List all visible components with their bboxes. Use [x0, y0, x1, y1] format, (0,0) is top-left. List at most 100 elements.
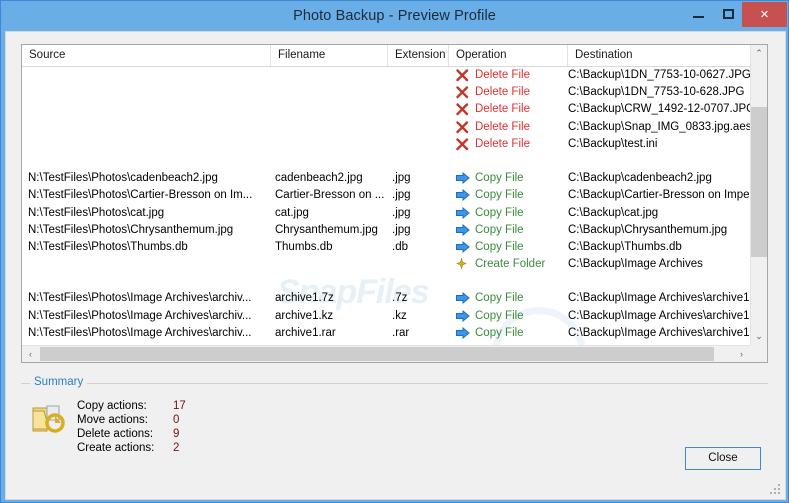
table-row[interactable]: N:\TestFiles\Photos\Image Archives\archi…: [22, 290, 750, 307]
cell-operation: Copy File: [475, 189, 524, 202]
cell-operation: Delete File: [475, 103, 530, 116]
cell-operation: Delete File: [475, 137, 530, 150]
cell-destination: C:\Backup\Image Archives\archive1.: [568, 309, 750, 322]
cell-operation: [453, 273, 568, 290]
cell-extension: [392, 101, 449, 118]
cell-filename: archive1.rar: [275, 326, 336, 339]
cell-source: N:\TestFiles\Photos\Cartier-Bresson on I…: [28, 189, 253, 202]
cell-filename: [275, 153, 388, 170]
cell-extension: [392, 119, 449, 136]
vertical-scrollbar[interactable]: ⌃ ⌄: [750, 45, 767, 345]
scroll-left-arrow-icon[interactable]: ‹: [22, 346, 39, 362]
horizontal-scroll-thumb[interactable]: [40, 347, 714, 361]
cell-extension: [392, 273, 449, 290]
scroll-up-arrow-icon[interactable]: ⌃: [751, 45, 767, 62]
cell-destination: C:\Backup\Snap_IMG_0833.jpg.aes2: [568, 120, 750, 133]
cell-destination: C:\Backup\1DN_7753-10-0627.JPG: [568, 69, 750, 81]
table-row[interactable]: [22, 273, 750, 290]
table-row[interactable]: Delete File C:\Backup\test.ini: [22, 136, 750, 153]
minimize-button[interactable]: [684, 1, 712, 27]
cell-operation: [453, 153, 568, 170]
column-header-destination[interactable]: Destination: [568, 45, 767, 66]
cell-extension: .jpg: [392, 172, 411, 185]
cell-filename: Thumbs.db: [275, 240, 333, 253]
cell-filename: Chrysanthemum.jpg: [275, 223, 378, 236]
cell-destination: C:\Backup\cadenbeach2.jpg: [568, 172, 712, 185]
cell-source: N:\TestFiles\Photos\cat.jpg: [28, 206, 165, 219]
summary-value-copy: 17: [173, 400, 186, 412]
preview-listview[interactable]: Source Filename Extension Operation Dest…: [21, 44, 768, 363]
cell-extension: [392, 84, 449, 101]
cell-source: N:\TestFiles\Photos\Chrysanthemum.jpg: [28, 223, 234, 236]
window-close-button[interactable]: ×: [742, 2, 787, 27]
table-row[interactable]: Delete File C:\Backup\CRW_1492-12-0707.JP…: [22, 101, 750, 118]
column-header-extension[interactable]: Extension: [388, 45, 449, 66]
cell-source: [28, 67, 271, 84]
cell-filename: Cartier-Bresson on ...: [275, 189, 385, 202]
listview-header: Source Filename Extension Operation Dest…: [22, 45, 767, 67]
table-row[interactable]: Create Folder C:\Backup\Image Archives: [22, 256, 750, 273]
summary-value-create: 2: [173, 442, 180, 454]
grip-dot: [774, 488, 776, 490]
cell-operation: Delete File: [475, 86, 530, 99]
resize-grip[interactable]: [770, 484, 782, 496]
column-header-filename[interactable]: Filename: [271, 45, 388, 66]
summary-label-copy: Copy actions:: [77, 400, 147, 412]
cell-source: [28, 136, 271, 153]
cell-operation: Copy File: [475, 292, 524, 305]
grip-dot: [778, 484, 780, 486]
cell-extension: [392, 153, 449, 170]
cell-filename: cat.jpg: [275, 206, 309, 219]
table-row[interactable]: N:\TestFiles\Photos\cadenbeach2.jpg caden…: [22, 170, 750, 187]
cell-operation: Copy File: [475, 223, 524, 236]
cell-destination: C:\Backup\Cartier-Bresson on Imperm: [568, 189, 750, 202]
table-row[interactable]: N:\TestFiles\Photos\Image Archives\archi…: [22, 325, 750, 341]
cell-extension: .7z: [392, 292, 408, 305]
cell-extension: .jpg: [392, 223, 411, 236]
cell-destination: C:\Backup\1DN_7753-10-628.JPG: [568, 86, 745, 99]
scrollbar-corner: [750, 345, 767, 362]
cell-filename: [275, 256, 388, 273]
cell-operation: Delete File: [475, 120, 530, 133]
cell-source: N:\TestFiles\Photos\Image Archives\archi…: [28, 309, 252, 322]
horizontal-scrollbar[interactable]: ‹ ›: [22, 345, 767, 362]
table-row[interactable]: N:\TestFiles\Photos\Cartier-Bresson on I…: [22, 187, 750, 204]
scroll-down-arrow-icon[interactable]: ⌄: [751, 328, 767, 345]
cell-source: N:\TestFiles\Photos\Image Archives\archi…: [28, 292, 252, 305]
column-header-operation[interactable]: Operation: [449, 45, 568, 66]
grip-dot: [770, 492, 772, 494]
table-row[interactable]: Delete File C:\Backup\1DN_7753-10-628.JPG: [22, 84, 750, 101]
cell-source: [28, 101, 271, 118]
summary-label-delete: Delete actions:: [77, 428, 154, 440]
table-row[interactable]: N:\TestFiles\Photos\Chrysanthemum.jpg Chr…: [22, 222, 750, 239]
maximize-button[interactable]: [714, 1, 742, 27]
vertical-scroll-thumb[interactable]: [751, 107, 767, 257]
column-header-source[interactable]: Source: [22, 45, 271, 66]
table-row[interactable]: [22, 153, 750, 170]
cell-operation: Copy File: [475, 326, 524, 339]
cell-filename: [275, 84, 388, 101]
minimize-icon: [693, 16, 704, 18]
table-row[interactable]: N:\TestFiles\Photos\Thumbs.db Thumbs.db .d…: [22, 239, 750, 256]
cell-filename: archive1.7z: [275, 292, 334, 305]
cell-source: [28, 273, 271, 290]
cell-filename: [275, 136, 388, 153]
cell-filename: [275, 273, 388, 290]
grip-dot: [778, 488, 780, 490]
close-x-icon: ×: [760, 6, 769, 23]
cell-extension: .jpg: [392, 206, 411, 219]
maximize-icon: [723, 9, 734, 19]
cell-destination: C:\Backup\Image Archives: [568, 258, 703, 271]
summary-group: Summary Copy actions: 17 Move actions: 0…: [21, 376, 768, 476]
scroll-right-arrow-icon[interactable]: ›: [733, 346, 750, 362]
table-row[interactable]: N:\TestFiles\Photos\Image Archives\archi…: [22, 308, 750, 325]
cell-extension: .kz: [392, 309, 407, 322]
cell-extension: [392, 256, 449, 273]
backup-folder-icon: [29, 398, 69, 438]
table-row[interactable]: Delete File C:\Backup\Snap_IMG_0833.jpg.a…: [22, 119, 750, 136]
table-row[interactable]: Delete File C:\Backup\1DN_7753-10-0627.JP…: [22, 67, 750, 84]
cell-operation: Copy File: [475, 240, 524, 253]
close-button[interactable]: Close: [685, 447, 761, 470]
table-row[interactable]: N:\TestFiles\Photos\cat.jpg cat.jpg .jpg Co…: [22, 205, 750, 222]
cell-extension: [392, 136, 449, 153]
